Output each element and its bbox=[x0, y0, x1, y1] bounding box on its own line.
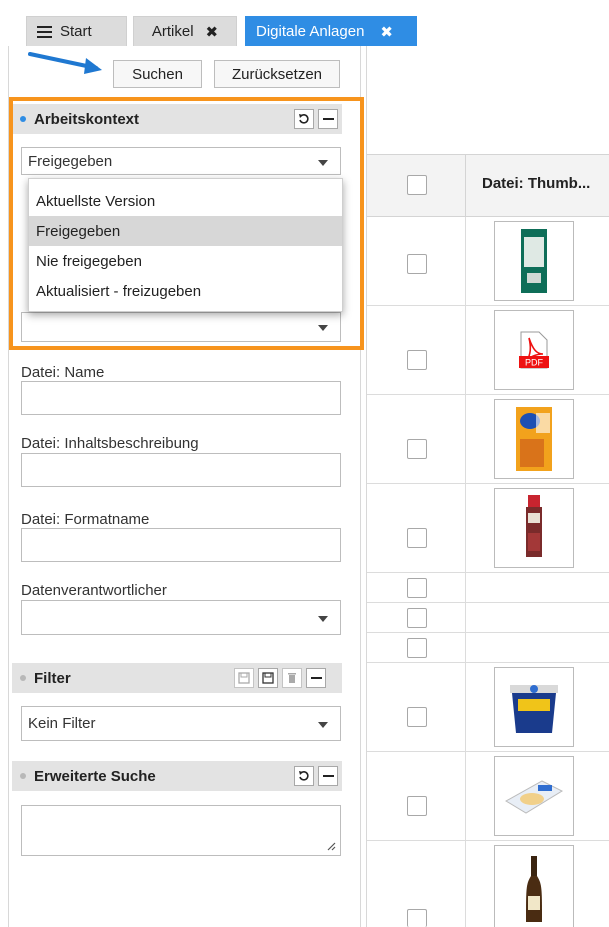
context-dropdown-menu: Aktuellste Version Freigegeben Nie freig… bbox=[28, 178, 343, 312]
advanced-section-header: Erweiterte Suche bbox=[12, 761, 342, 791]
format-label: Datei: Formatname bbox=[21, 511, 150, 528]
collapse-icon[interactable] bbox=[318, 766, 338, 786]
section-title: Erweiterte Suche bbox=[34, 767, 156, 785]
owner-label: Datenverantwortlicher bbox=[21, 582, 167, 599]
row-checkbox[interactable] bbox=[407, 707, 427, 727]
close-icon[interactable]: ✖ bbox=[206, 23, 219, 41]
blue-bucket-icon bbox=[510, 685, 558, 733]
beer-bottle-icon bbox=[526, 855, 542, 922]
row-checkbox[interactable] bbox=[407, 638, 427, 658]
tab-label: Start bbox=[60, 23, 92, 40]
thumbnail-image[interactable] bbox=[494, 667, 574, 747]
dropdown-option[interactable]: Nie freigegeben bbox=[29, 246, 342, 276]
context-select[interactable]: Freigegeben bbox=[21, 147, 341, 175]
collapse-icon[interactable] bbox=[306, 668, 326, 688]
select-value: Freigegeben bbox=[28, 152, 113, 170]
name-label: Datei: Name bbox=[21, 364, 105, 381]
name-field[interactable] bbox=[21, 381, 341, 415]
bullet-icon bbox=[20, 773, 26, 779]
row-checkbox[interactable] bbox=[407, 528, 427, 548]
table-row[interactable] bbox=[367, 841, 609, 927]
table-row[interactable] bbox=[367, 395, 609, 484]
resize-handle-icon[interactable] bbox=[326, 841, 336, 851]
table-row[interactable] bbox=[367, 484, 609, 573]
table-row[interactable] bbox=[367, 633, 609, 663]
section-title: Arbeitskontext bbox=[34, 110, 140, 128]
delete-icon[interactable] bbox=[282, 668, 302, 688]
tab-label: Digitale Anlagen bbox=[256, 23, 365, 40]
tab-digitale-anlagen[interactable]: Digitale Anlagen ✖ bbox=[245, 16, 417, 46]
thumbnail-image[interactable] bbox=[494, 221, 574, 301]
pdf-label: PDF bbox=[525, 358, 544, 368]
thumbnail-image[interactable] bbox=[494, 488, 574, 568]
bullet-icon bbox=[20, 116, 26, 122]
screen: Start Artikel ✖ Digitale Anlagen ✖ Suche… bbox=[0, 0, 609, 927]
row-checkbox[interactable] bbox=[407, 350, 427, 370]
chevron-down-icon bbox=[318, 616, 328, 622]
orange-drink-box-icon bbox=[516, 407, 552, 471]
row-checkbox[interactable] bbox=[407, 254, 427, 274]
table-row[interactable]: PDF bbox=[367, 306, 609, 395]
table-row[interactable] bbox=[367, 217, 609, 306]
select-all-checkbox[interactable] bbox=[407, 175, 427, 195]
format-field[interactable] bbox=[21, 528, 341, 562]
bullet-icon bbox=[20, 675, 26, 681]
row-checkbox[interactable] bbox=[407, 578, 427, 598]
close-icon[interactable]: ✖ bbox=[380, 23, 393, 41]
search-button[interactable]: Suchen bbox=[113, 60, 202, 88]
row-checkbox[interactable] bbox=[407, 608, 427, 628]
reset-button[interactable]: Zurücksetzen bbox=[214, 60, 340, 88]
dropdown-option[interactable]: Aktuellste Version bbox=[29, 186, 342, 216]
menu-icon bbox=[37, 23, 52, 41]
table-row[interactable] bbox=[367, 752, 609, 841]
row-checkbox[interactable] bbox=[407, 796, 427, 816]
covered-select[interactable] bbox=[21, 312, 341, 342]
dropdown-option-selected[interactable]: Freigegeben bbox=[29, 216, 342, 246]
filter-section-header: Filter bbox=[12, 663, 342, 693]
dropdown-option[interactable]: Aktualisiert - freizugeben bbox=[29, 276, 342, 306]
save-as-icon[interactable] bbox=[258, 668, 278, 688]
row-checkbox[interactable] bbox=[407, 439, 427, 459]
pdf-file-icon: PDF bbox=[519, 331, 549, 369]
filter-select[interactable]: Kein Filter bbox=[21, 706, 341, 741]
select-value: Kein Filter bbox=[28, 715, 96, 732]
collapse-icon[interactable] bbox=[318, 109, 338, 129]
thumbnail-image[interactable] bbox=[494, 845, 574, 927]
grid-header: Datei: Thumb... bbox=[367, 154, 609, 218]
table-row[interactable] bbox=[367, 603, 609, 633]
sausage-pack-icon bbox=[526, 495, 542, 557]
row-checkbox[interactable] bbox=[407, 909, 427, 927]
thumbnail-image[interactable] bbox=[494, 399, 574, 479]
advanced-search-textarea[interactable] bbox=[21, 805, 341, 856]
description-label: Datei: Inhaltsbeschreibung bbox=[21, 435, 199, 452]
context-section-header: Arbeitskontext bbox=[12, 104, 342, 134]
tab-artikel[interactable]: Artikel ✖ bbox=[133, 16, 237, 46]
section-title: Filter bbox=[34, 669, 71, 687]
wrapped-sandwich-icon bbox=[505, 780, 564, 814]
green-package-icon bbox=[521, 229, 547, 293]
arrow-annotation-icon bbox=[28, 52, 102, 74]
thumbnail-column-header[interactable]: Datei: Thumb... bbox=[482, 175, 590, 192]
owner-select[interactable] bbox=[21, 600, 341, 635]
reset-icon[interactable] bbox=[294, 109, 314, 129]
thumbnail-image[interactable] bbox=[494, 756, 574, 836]
tab-label: Artikel bbox=[151, 23, 194, 40]
table-row[interactable] bbox=[367, 663, 609, 752]
chevron-down-icon bbox=[318, 722, 328, 728]
thumbnail-image[interactable]: PDF bbox=[494, 310, 574, 390]
results-grid: Datei: Thumb... PDF bbox=[367, 46, 609, 927]
save-icon[interactable] bbox=[234, 668, 254, 688]
reset-icon[interactable] bbox=[294, 766, 314, 786]
chevron-down-icon bbox=[318, 325, 328, 331]
chevron-down-icon bbox=[318, 160, 328, 166]
description-field[interactable] bbox=[21, 453, 341, 487]
table-row[interactable] bbox=[367, 573, 609, 603]
